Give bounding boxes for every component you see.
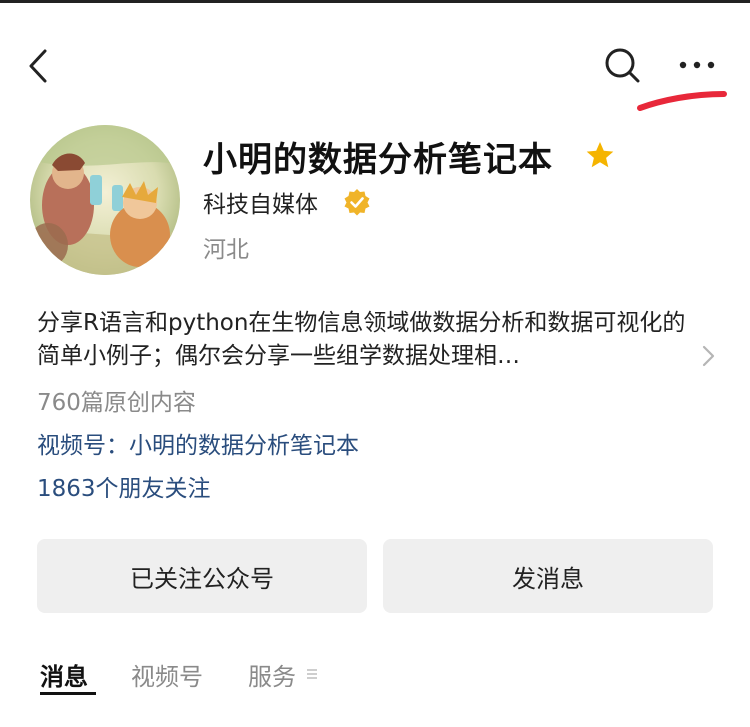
avatar[interactable]: [30, 125, 180, 275]
red-annotation-stroke: [637, 91, 727, 111]
original-article-count: 760篇原创内容: [37, 390, 196, 416]
chevron-left-icon: [29, 49, 47, 83]
top-border: [0, 0, 750, 3]
more-dots-icon: [679, 61, 715, 69]
account-description[interactable]: 分享R语言和python在生物信息领域做数据分析和数据可视化的简单小例子；偶尔会…: [37, 307, 707, 373]
search-icon: [605, 48, 640, 83]
tab-video-channel[interactable]: 视频号: [131, 657, 203, 692]
menu-lines-icon: [307, 669, 317, 679]
chevron-right-icon[interactable]: [698, 344, 718, 368]
search-button[interactable]: [601, 44, 643, 86]
account-profile-page: 小明的数据分析笔记本 科技自媒体 河北 分享R语言和python在生物信息领域做…: [0, 0, 750, 727]
verified-badge-icon[interactable]: [343, 188, 371, 216]
send-message-button[interactable]: 发消息: [383, 539, 713, 613]
account-type: 科技自媒体: [203, 192, 318, 218]
friends-following-link[interactable]: 1863个朋友关注: [37, 469, 211, 503]
star-icon: [586, 142, 614, 168]
active-tab-indicator: [40, 692, 96, 695]
location-label: 河北: [203, 237, 249, 263]
tab-messages[interactable]: 消息: [40, 657, 88, 692]
video-channel-link[interactable]: 视频号：小明的数据分析笔记本: [37, 426, 359, 460]
back-button[interactable]: [20, 46, 60, 86]
avatar-illustration: [30, 125, 180, 275]
more-options-button[interactable]: [674, 48, 720, 82]
followed-account-button[interactable]: 已关注公众号: [37, 539, 367, 613]
account-name: 小明的数据分析笔记本: [203, 140, 553, 180]
tab-services[interactable]: 服务: [248, 657, 296, 692]
